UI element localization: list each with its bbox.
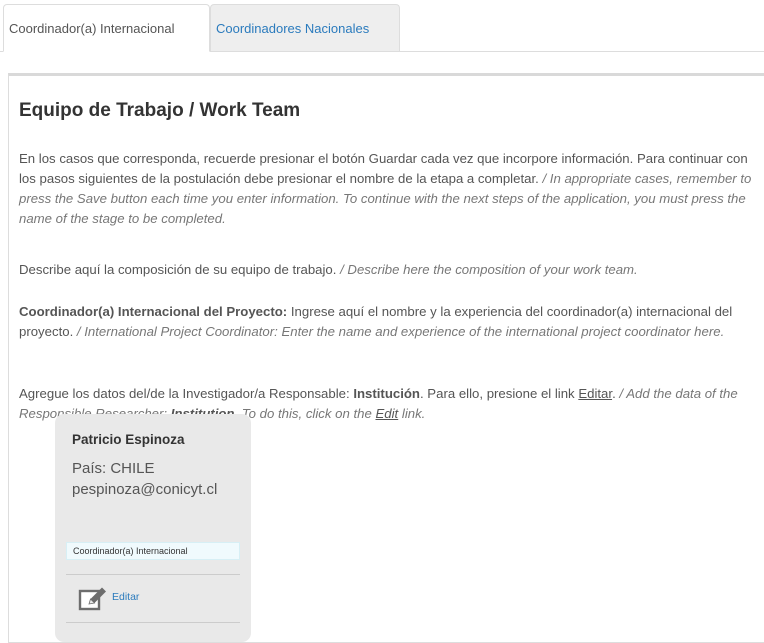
editar-inline-link[interactable]: Editar (578, 386, 612, 401)
edit-icon[interactable] (77, 585, 109, 613)
coordinator-card: Patricio Espinoza País: CHILE pespinoza@… (55, 414, 251, 642)
describe-en: / Describe here the composition of your … (340, 262, 638, 277)
tab-coordinador-internacional[interactable]: Coordinador(a) Internacional (3, 4, 210, 52)
work-team-panel: Equipo de Trabajo / Work Team En los cas… (8, 73, 764, 643)
instructions-text: En los casos que corresponda, recuerde p… (19, 149, 764, 229)
editar-link[interactable]: Editar (112, 591, 139, 603)
tab-bar: Coordinador(a) Internacional Coordinador… (0, 0, 764, 52)
role-badge: Coordinador(a) Internacional (66, 542, 240, 560)
describe-text: Describe aquí la composición de su equip… (19, 260, 764, 280)
add-es-3: . (612, 386, 616, 401)
coordinator-email: pespinoza@conicyt.cl (72, 481, 218, 498)
tab-coordinadores-nacionales[interactable]: Coordinadores Nacionales (210, 4, 400, 52)
add-en-2: . To do this, click on the (234, 406, 372, 421)
coordinator-text: Coordinador(a) Internacional del Proyect… (19, 302, 764, 342)
coordinator-country: País: CHILE (72, 460, 155, 477)
add-en-3: link. (401, 406, 426, 421)
coordinator-label: Coordinador(a) Internacional del Proyect… (19, 304, 288, 319)
section-title: Equipo de Trabajo / Work Team (19, 100, 301, 121)
add-es-bold: Institución (353, 386, 420, 401)
coordinator-name: Patricio Espinoza (72, 432, 185, 447)
coordinator-en: / International Project Coordinator: Ent… (76, 324, 725, 339)
add-es-2: . Para ello, presione el link (419, 386, 575, 401)
edit-inline-link[interactable]: Edit (375, 406, 398, 421)
card-divider-top (66, 574, 240, 575)
add-es-1: Agregue los datos del/de la Investigador… (19, 386, 350, 401)
describe-es: Describe aquí la composición de su equip… (19, 262, 337, 277)
card-divider-bottom (66, 622, 240, 623)
